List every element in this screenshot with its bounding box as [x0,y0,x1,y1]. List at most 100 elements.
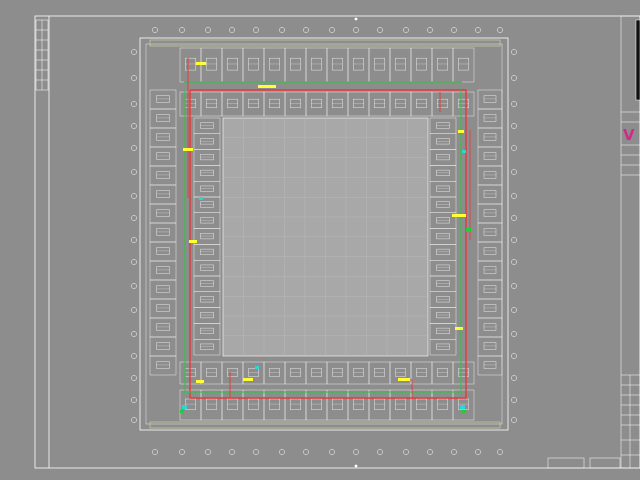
axis-bubble [511,215,517,221]
pipe-tag-yellow [455,327,463,330]
room [477,89,503,110]
axis-bubbles-bottom [152,449,503,455]
axis-bubble [377,27,383,33]
room [149,108,177,129]
axis-bubble [497,27,503,33]
axis-bubble [427,27,433,33]
axis-bubble [511,375,517,381]
axis-bubble [229,27,235,33]
room [477,108,503,129]
room [149,279,177,300]
room [193,133,221,150]
title-block [620,15,640,469]
axis-bubble [131,397,137,403]
room [410,91,433,117]
axis-bubble [303,449,309,455]
pipe-tag-yellow [196,380,204,383]
room [305,361,328,385]
room [149,298,177,319]
riser-red-bottom-right [400,379,413,398]
room [200,91,223,117]
room [193,244,221,261]
room [368,91,391,117]
room [477,184,503,205]
room [326,361,349,385]
axis-bubbles-right [511,49,517,423]
room [477,260,503,281]
axis-bubble [511,307,517,313]
room [429,307,457,324]
room [193,275,221,293]
axis-bubble [511,169,517,175]
axis-bubble [511,283,517,289]
room [389,91,412,117]
axis-bubble [511,259,517,265]
room [410,361,433,385]
pipe-tag-yellow [189,240,197,243]
room [389,47,412,83]
pipe-tag-green [462,410,466,413]
room [193,228,221,245]
room [429,291,457,308]
cad-viewport[interactable]: V [0,0,640,480]
courtyard [222,117,429,357]
room [149,146,177,167]
room [200,389,223,421]
room [429,275,457,293]
axis-bubble [131,75,137,81]
axis-bubble [511,397,517,403]
floor-plan-drawing[interactable]: V [0,0,640,480]
room [452,361,475,385]
axis-bubble [377,449,383,455]
room [221,389,244,421]
axis-bubble [497,449,503,455]
pipe-tag-yellow [243,378,253,381]
pipe-tag-yellow [183,148,193,151]
room [431,361,454,385]
room [431,389,454,421]
room [429,133,457,150]
room [149,165,177,186]
room [221,47,244,83]
pipe-tag-cyan [462,150,466,153]
top-balcony [149,39,501,47]
room [429,260,457,277]
axis-bubble [403,449,409,455]
axis-bubble [205,27,211,33]
room [477,127,503,148]
axis-bubble [253,449,259,455]
room [149,336,177,357]
pipe-tag-green [180,410,184,413]
axis-bubble [131,283,137,289]
room [193,339,221,356]
room [193,149,221,166]
room [347,47,370,83]
room [429,323,457,340]
room [326,47,349,83]
room [200,361,223,385]
room [263,361,286,385]
room [477,279,503,300]
room [429,228,457,245]
room [193,323,221,340]
axis-bubble [511,353,517,359]
axis-bubbles-left [131,49,137,423]
room [149,89,177,110]
pipe-tag-yellow [458,130,464,133]
room [221,361,244,385]
axis-bubble [131,353,137,359]
room [347,361,370,385]
pipe-tag-yellow [196,62,206,65]
axis-bubble [253,27,259,33]
axis-bubble [179,27,185,33]
axis-bubble [511,237,517,243]
room [193,180,221,198]
room [429,117,457,135]
axis-bubble [131,417,137,423]
room [263,47,286,83]
room [429,165,457,182]
room [263,91,286,117]
axis-bubble [131,123,137,129]
room [242,389,265,421]
axis-bubble [152,27,158,33]
